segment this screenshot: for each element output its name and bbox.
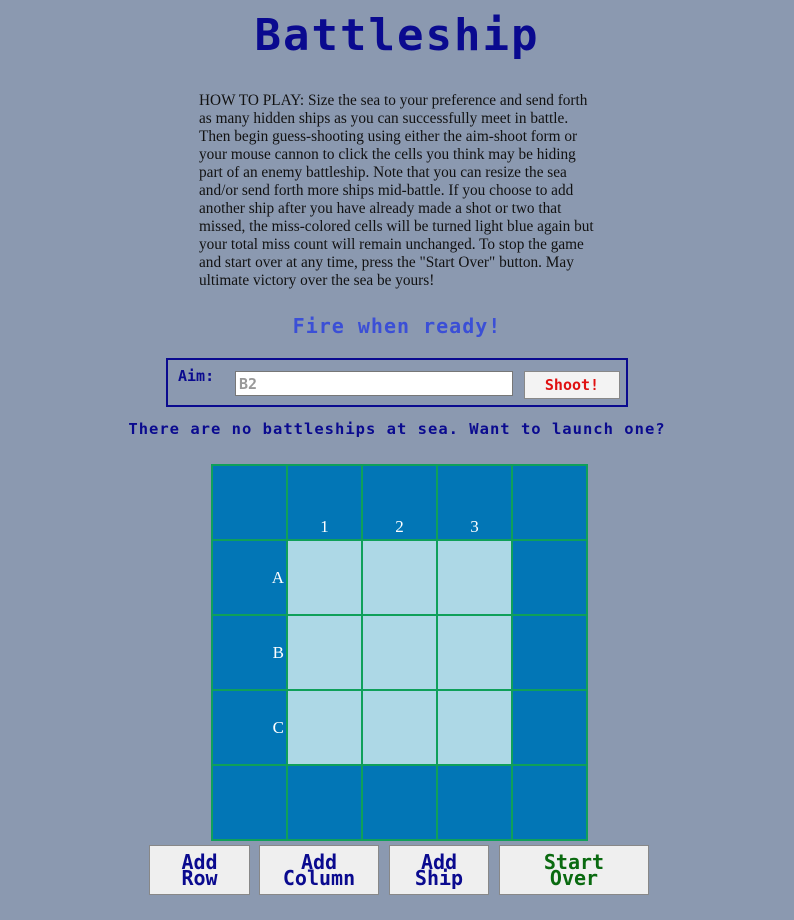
- sea-cell-a2[interactable]: [363, 541, 436, 614]
- page-title: Battleship: [254, 10, 540, 61]
- board-edge-cell: [513, 466, 586, 539]
- start-over-label-line2: Over: [549, 866, 599, 890]
- sea-cell-c3[interactable]: [438, 691, 511, 764]
- add-row-label-line2: Row: [181, 866, 218, 890]
- column-header-3: 3: [438, 466, 511, 539]
- game-board: 1 2 3 A B C: [211, 464, 588, 841]
- sea-cell-c2[interactable]: [363, 691, 436, 764]
- add-column-button[interactable]: Add Column: [259, 845, 379, 895]
- add-column-label-line2: Column: [282, 866, 356, 890]
- aim-input[interactable]: [235, 371, 513, 396]
- add-ship-label-line2: Ship: [414, 866, 464, 890]
- column-header-1: 1: [288, 466, 361, 539]
- add-row-button[interactable]: Add Row: [149, 845, 250, 895]
- board-edge-cell: [213, 766, 286, 839]
- start-over-button[interactable]: Start Over: [499, 845, 649, 895]
- board-edge-cell: [513, 616, 586, 689]
- board-corner-cell: [213, 466, 286, 539]
- row-label: A: [271, 567, 284, 587]
- board-edge-cell: [288, 766, 361, 839]
- column-header-2: 2: [363, 466, 436, 539]
- fire-message: Fire when ready!: [292, 314, 502, 338]
- board-edge-cell: [513, 541, 586, 614]
- add-ship-button[interactable]: Add Ship: [389, 845, 489, 895]
- how-to-play-text: HOW TO PLAY: Size the sea to your prefer…: [199, 92, 594, 289]
- column-label: 3: [470, 517, 479, 536]
- row-header-c: C: [213, 691, 286, 764]
- row-header-a: A: [213, 541, 286, 614]
- shoot-button[interactable]: Shoot!: [524, 371, 620, 399]
- sea-cell-a1[interactable]: [288, 541, 361, 614]
- column-label: 1: [320, 517, 329, 536]
- sea-cell-b3[interactable]: [438, 616, 511, 689]
- column-label: 2: [395, 517, 404, 536]
- board-edge-cell: [513, 766, 586, 839]
- sea-cell-a3[interactable]: [438, 541, 511, 614]
- row-header-b: B: [213, 616, 286, 689]
- aim-label: Aim:: [178, 367, 215, 385]
- row-label: C: [272, 717, 284, 737]
- sea-cell-c1[interactable]: [288, 691, 361, 764]
- sea-cell-b2[interactable]: [363, 616, 436, 689]
- sea-cell-b1[interactable]: [288, 616, 361, 689]
- row-label: B: [272, 642, 284, 662]
- board-edge-cell: [438, 766, 511, 839]
- board-edge-cell: [363, 766, 436, 839]
- aim-form: Aim: Shoot!: [166, 358, 628, 407]
- status-message: There are no battleships at sea. Want to…: [128, 420, 666, 438]
- board-edge-cell: [513, 691, 586, 764]
